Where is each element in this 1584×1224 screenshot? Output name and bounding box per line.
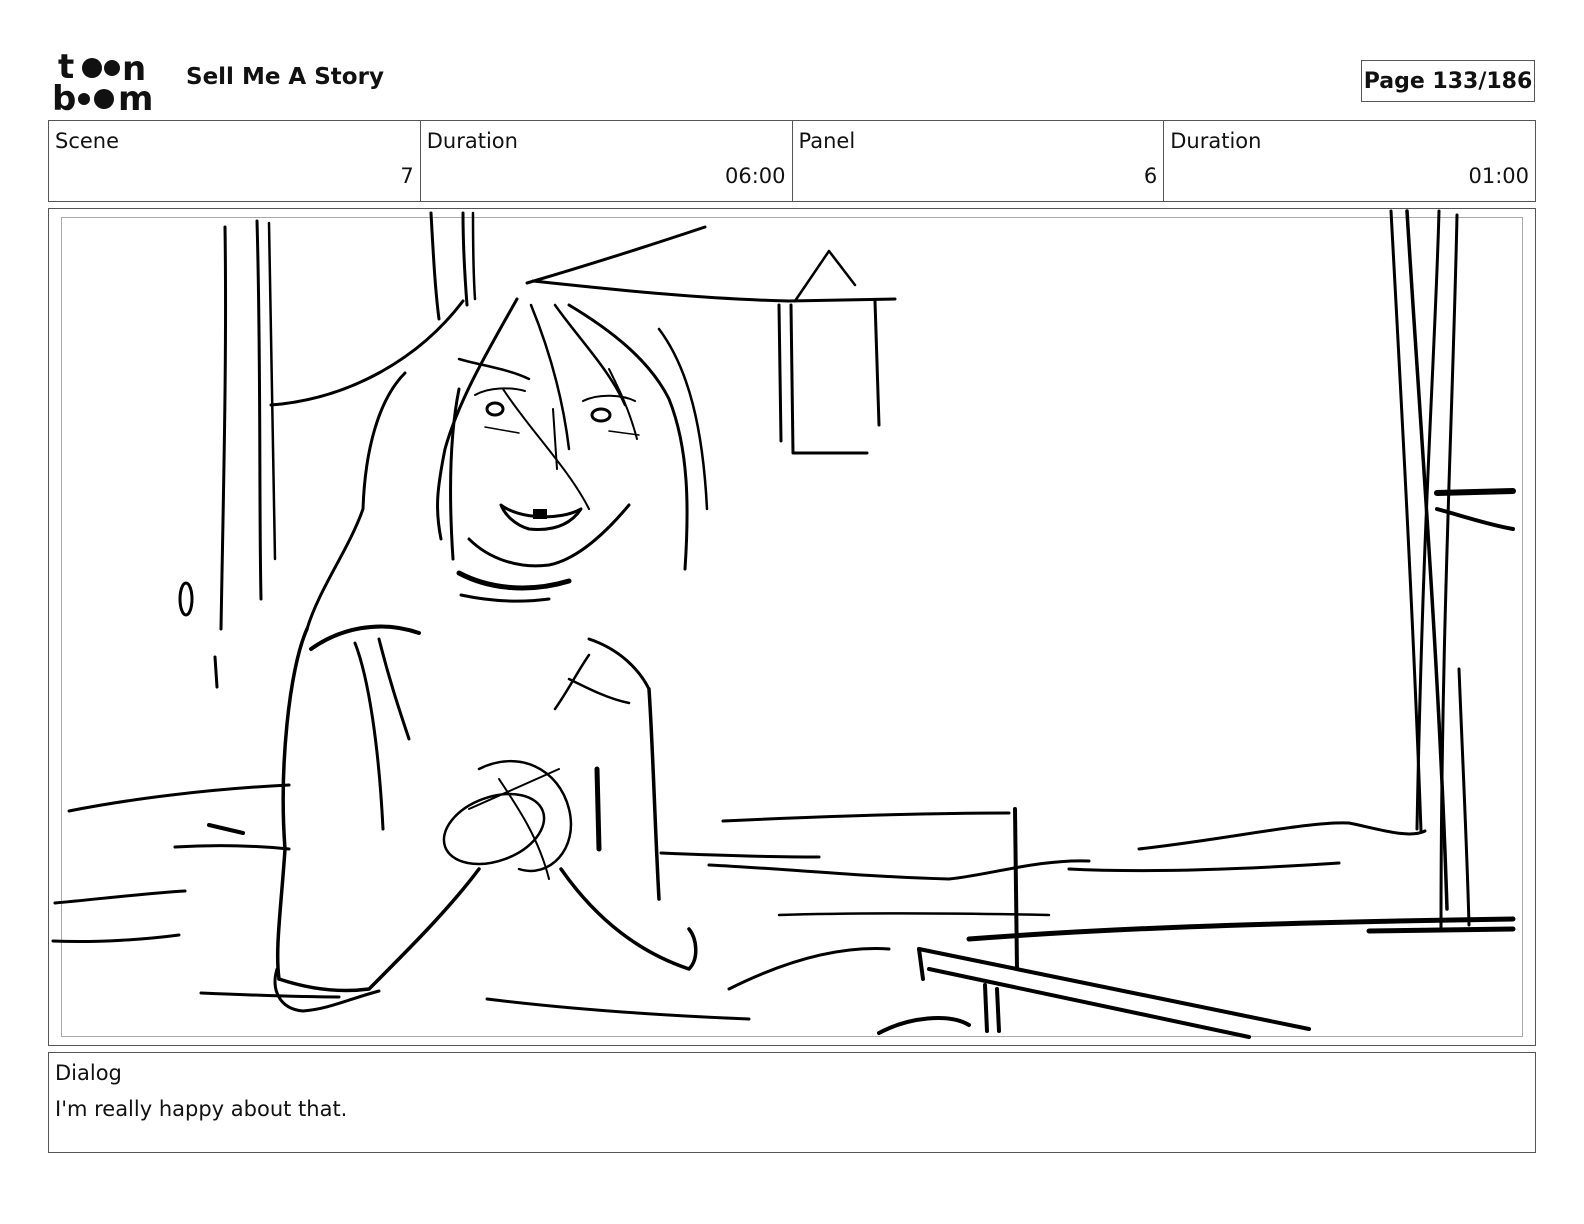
dialog-label: Dialog bbox=[55, 1061, 122, 1085]
panel-duration-cell: Duration 01:00 bbox=[1164, 121, 1535, 201]
panel-duration-label: Duration bbox=[1170, 129, 1262, 153]
dialog-text: I'm really happy about that. bbox=[55, 1097, 348, 1121]
scene-duration-cell: Duration 06:00 bbox=[421, 121, 793, 201]
toonboom-logo: t n b m bbox=[50, 47, 164, 119]
storyboard-sketch bbox=[51, 209, 1516, 1039]
storyboard-panel bbox=[48, 208, 1536, 1046]
panel-duration-value: 01:00 bbox=[1468, 164, 1529, 188]
panel-label: Panel bbox=[798, 129, 856, 153]
svg-text:m: m bbox=[118, 79, 153, 112]
scene-duration-label: Duration bbox=[426, 129, 518, 153]
svg-text:b: b bbox=[52, 79, 76, 112]
scene-duration-value: 06:00 bbox=[724, 164, 786, 188]
scene-info-row: Scene 7 Duration 06:00 Panel 6 Duration … bbox=[48, 120, 1536, 202]
scene-label: Scene bbox=[55, 129, 120, 153]
panel-value: 6 bbox=[1143, 164, 1158, 188]
scene-cell: Scene 7 bbox=[49, 121, 421, 201]
dialog-box: Dialog I'm really happy about that. bbox=[48, 1052, 1536, 1153]
panel-cell: Panel 6 bbox=[793, 121, 1165, 201]
project-title: Sell Me A Story bbox=[186, 64, 384, 90]
scene-value: 7 bbox=[400, 164, 414, 188]
page-indicator: Page 133/186 bbox=[1361, 60, 1535, 102]
